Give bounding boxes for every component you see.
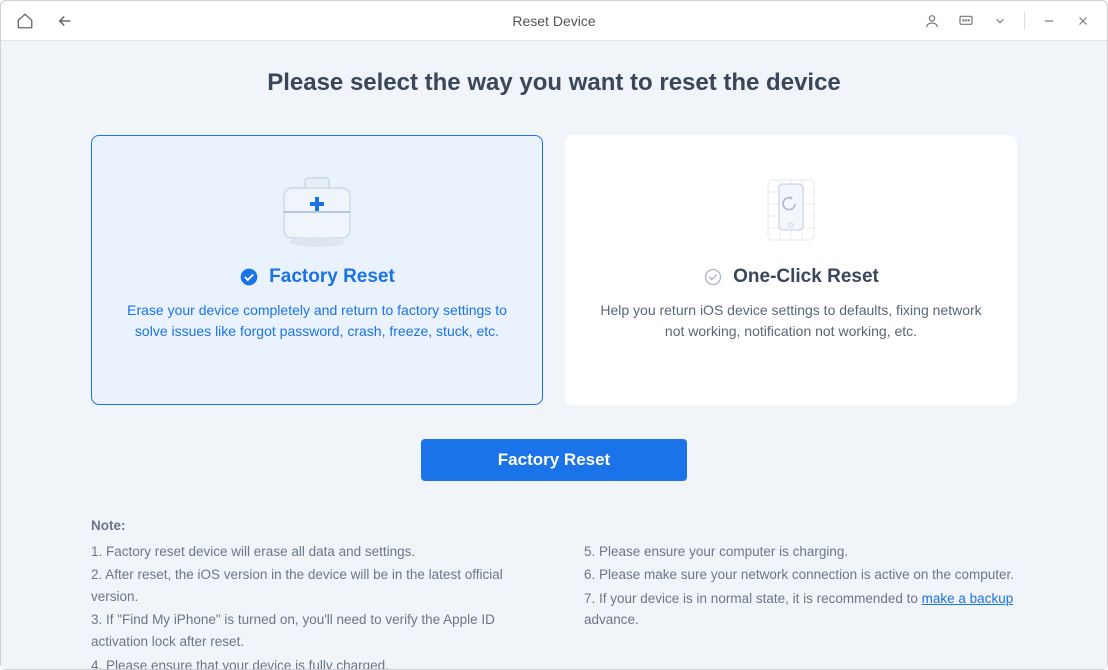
reset-option-cards: Factory Reset Erase your device complete…	[91, 135, 1017, 405]
person-icon	[924, 13, 940, 29]
notes-columns: 1. Factory reset device will erase all d…	[91, 541, 1017, 669]
titlebar: Reset Device	[1, 1, 1107, 41]
note-3: 3. If "Find My iPhone" is turned on, you…	[91, 609, 524, 652]
account-button[interactable]	[916, 5, 948, 37]
factory-reset-title: Factory Reset	[269, 266, 395, 288]
chevron-down-icon	[993, 14, 1007, 28]
feedback-button[interactable]	[950, 5, 982, 37]
main-content: Please select the way you want to reset …	[1, 41, 1107, 669]
app-window: Reset Device	[0, 0, 1108, 670]
chat-icon	[958, 13, 974, 29]
one-click-reset-card[interactable]: One-Click Reset Help you return iOS devi…	[565, 135, 1017, 405]
note-1: 1. Factory reset device will erase all d…	[91, 541, 524, 563]
note-7-suffix: advance.	[584, 612, 639, 627]
dropdown-button[interactable]	[984, 5, 1016, 37]
note-5: 5. Please ensure your computer is chargi…	[584, 541, 1017, 563]
titlebar-divider	[1024, 12, 1025, 30]
note-7: 7. If your device is in normal state, it…	[584, 588, 1017, 631]
notes-title: Note:	[91, 515, 1017, 537]
note-2: 2. After reset, the iOS version in the d…	[91, 564, 524, 607]
factory-reset-desc: Erase your device completely and return …	[118, 300, 516, 342]
close-button[interactable]	[1067, 5, 1099, 37]
one-click-reset-desc: Help you return iOS device settings to d…	[592, 300, 990, 342]
phone-reset-icon	[746, 170, 836, 250]
page-title: Please select the way you want to reset …	[91, 69, 1017, 97]
back-button[interactable]	[49, 5, 81, 37]
make-backup-link[interactable]: make a backup	[922, 591, 1014, 606]
check-circle-selected-icon	[239, 267, 259, 287]
titlebar-right	[916, 5, 1099, 37]
one-click-reset-title: One-Click Reset	[733, 266, 879, 288]
notes-section: Note: 1. Factory reset device will erase…	[91, 515, 1017, 669]
medical-kit-icon	[272, 170, 362, 250]
home-icon	[16, 12, 34, 30]
action-row: Factory Reset	[91, 439, 1017, 481]
minimize-button[interactable]	[1033, 5, 1065, 37]
notes-right-col: 5. Please ensure your computer is chargi…	[584, 541, 1017, 669]
note-4: 4. Please ensure that your device is ful…	[91, 655, 524, 669]
note-7-prefix: 7. If your device is in normal state, it…	[584, 591, 922, 606]
check-circle-unselected-icon	[703, 267, 723, 287]
back-arrow-icon	[56, 12, 74, 30]
note-6: 6. Please make sure your network connect…	[584, 564, 1017, 586]
minimize-icon	[1042, 14, 1056, 28]
notes-left-col: 1. Factory reset device will erase all d…	[91, 541, 524, 669]
one-click-reset-illustration	[746, 164, 836, 256]
titlebar-left	[9, 5, 81, 37]
one-click-reset-header: One-Click Reset	[703, 266, 879, 288]
factory-reset-button[interactable]: Factory Reset	[421, 439, 687, 481]
close-icon	[1076, 14, 1090, 28]
window-title: Reset Device	[512, 13, 595, 29]
factory-reset-illustration	[272, 164, 362, 256]
factory-reset-card[interactable]: Factory Reset Erase your device complete…	[91, 135, 543, 405]
home-button[interactable]	[9, 5, 41, 37]
factory-reset-header: Factory Reset	[239, 266, 395, 288]
